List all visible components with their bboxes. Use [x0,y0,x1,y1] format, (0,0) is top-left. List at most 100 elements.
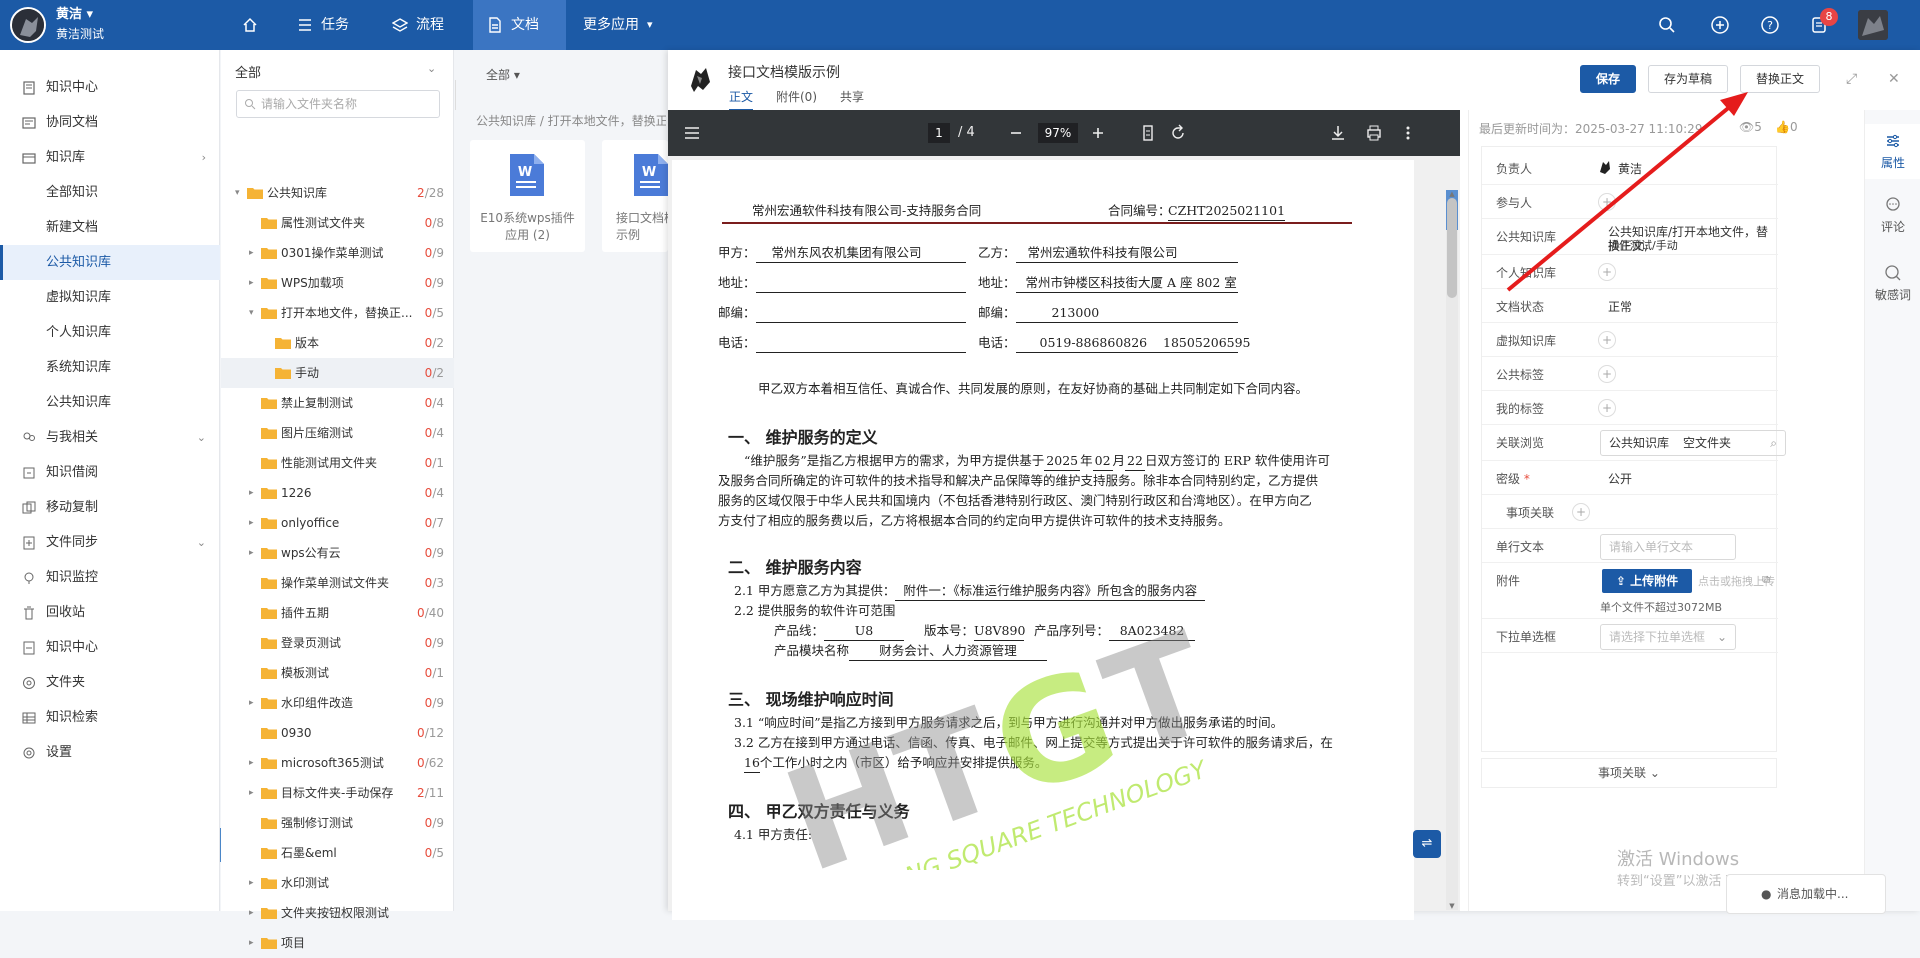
chevron-right-icon[interactable]: ▸ [249,748,254,778]
tree-row[interactable]: 版本 0/2 [221,328,454,358]
chevron-down-icon[interactable]: ▾ [249,298,254,328]
zoom-in-icon[interactable] [1088,123,1108,143]
close-icon[interactable]: ✕ [1888,72,1902,86]
sidebar-item-personal-kb[interactable]: 个人知识库 [0,315,220,350]
rail-sensitive-words[interactable]: 敏感词 [1865,264,1920,303]
sidebar-item-borrow[interactable]: 知识借阅 [0,455,220,490]
tab-attachments[interactable]: 附件(0) [776,88,817,105]
sidebar-item-collab-docs[interactable]: 协同文档 [0,105,220,140]
tree-row[interactable]: 插件五期 0/40 [221,598,454,628]
add-item-relation-button[interactable]: + [1572,503,1590,521]
nav-home[interactable] [228,0,272,50]
tree-row[interactable]: 登录页测试 0/9 [221,628,454,658]
sidebar-item-virtual-kb[interactable]: 虚拟知识库 [0,280,220,315]
tree-row[interactable]: ▸ 0301操作菜单测试 0/9 [221,238,454,268]
add-personal-kb-button[interactable]: + [1598,263,1616,281]
sidebar-item-all-knowledge[interactable]: 全部知识 [0,175,220,210]
add-public-tag-button[interactable]: + [1598,365,1616,383]
sidebar-item-knowledge-center-2[interactable]: 知识中心 [0,630,220,665]
sidebar-item-recycle-bin[interactable]: 回收站 [0,595,220,630]
single-text-input[interactable]: 请输入单行文本 [1600,534,1736,560]
chevron-right-icon[interactable]: ▸ [249,898,254,928]
nav-more-apps[interactable]: 更多应用 ▾ [569,0,667,50]
tree-row[interactable]: 强制修订测试 0/9 [221,808,454,838]
sidebar-item-file-sync[interactable]: 文件同步 ⌄ [0,525,220,560]
sidebar-item-knowledge-base[interactable]: 知识库 › [0,140,220,175]
sidebar-item-settings[interactable]: 设置 [0,735,220,770]
sidebar-item-system-kb[interactable]: 系统知识库 [0,350,220,385]
org-avatar[interactable] [10,7,46,43]
tab-share[interactable]: 共享 [840,88,864,105]
add-participant-button[interactable]: + [1598,193,1616,211]
add-my-tag-button[interactable]: + [1598,399,1616,417]
sidebar-item-move-copy[interactable]: 移动复制 [0,490,220,525]
search-icon[interactable] [1657,15,1677,35]
fit-page-icon[interactable] [1138,123,1158,143]
dropdown-select[interactable]: 请选择下拉单选框 ⌄ [1600,624,1736,650]
copy-icon[interactable]: ⧉ [1762,573,1770,587]
tree-row[interactable]: ▸ 项目 [221,928,454,958]
tab-body[interactable]: 正文 [729,88,754,111]
user-name[interactable]: 黄洁 ▾ [56,7,93,23]
page-number-input[interactable]: 1 [928,123,950,143]
tree-row[interactable]: ▾ 打开本地文件，替换正... 0/5 [221,298,454,328]
replace-body-button[interactable]: 替换正文 [1740,65,1820,93]
sidebar-item-monitor[interactable]: 知识监控 [0,560,220,595]
chevron-right-icon[interactable]: ▸ [249,508,254,538]
chevron-down-icon[interactable]: ⌄ [427,62,436,75]
chevron-right-icon[interactable]: ▸ [249,688,254,718]
tree-row[interactable]: ▸ 文件夹按钮权限测试 [221,898,454,928]
download-icon[interactable] [1328,123,1348,143]
file-card[interactable]: W 接口文档模版示例 [602,140,688,252]
sidebar-item-public-kb[interactable]: 公共知识库 [0,245,220,280]
tree-row[interactable]: ▸ wps公有云 0/9 [221,538,454,568]
tree-row[interactable]: 石墨&eml 0/5 [221,838,454,868]
like-count[interactable]: 👍0 [1775,120,1798,134]
tree-row[interactable]: 禁止复制测试 0/4 [221,388,454,418]
tree-row[interactable]: ▸ 1226 0/4 [221,478,454,508]
tree-row[interactable]: ▸ onlyoffice 0/7 [221,508,454,538]
help-icon[interactable]: ? [1760,15,1780,35]
expand-icon[interactable]: ⤢ [1846,72,1860,86]
sidebar-item-search[interactable]: 知识检索 [0,700,220,735]
tree-row[interactable]: 操作菜单测试文件夹 0/3 [221,568,454,598]
rotate-icon[interactable] [1168,123,1188,143]
chevron-right-icon[interactable]: ▸ [249,778,254,808]
sidebar-item-new-doc[interactable]: 新建文档 [0,210,220,245]
upload-attachment-button[interactable]: ⇪ 上传附件 [1602,569,1692,593]
tree-row[interactable]: ▸ microsoft365测试 0/62 [221,748,454,778]
scrollbar-thumb[interactable] [1447,198,1457,298]
chevron-right-icon[interactable]: ▸ [249,268,254,298]
tree-filter[interactable]: 全部 [235,62,261,81]
more-vertical-icon[interactable] [1398,123,1418,143]
chevron-right-icon[interactable]: ▸ [249,538,254,568]
tree-row[interactable]: 属性测试文件夹 0/8 [221,208,454,238]
rail-properties[interactable]: 属性 [1865,124,1920,179]
tree-row[interactable]: 手动 0/2 [221,358,454,388]
print-icon[interactable] [1364,123,1384,143]
sidebar-item-knowledge-center[interactable]: 知识中心 [0,70,220,105]
tree-row[interactable]: ▸ 水印组件改造 0/9 [221,688,454,718]
user-avatar[interactable] [1858,10,1888,40]
pdf-scrollbar[interactable]: ▲ ▼ [1446,190,1458,910]
tree-row[interactable]: 性能测试用文件夹 0/1 [221,448,454,478]
rail-comments[interactable]: 评论 [1865,196,1920,235]
add-virtual-kb-button[interactable]: + [1598,331,1616,349]
save-draft-button[interactable]: 存为草稿 [1648,65,1728,93]
tree-row[interactable]: ▸ WPS加载项 0/9 [221,268,454,298]
sidebar-item-related[interactable]: 与我相关 ⌄ [0,420,220,455]
nav-documents[interactable]: 文档 [473,0,566,50]
tree-row[interactable]: ▾ 公共知识库 2/28 [221,178,454,208]
sidebar-item-public-kb-2[interactable]: 公共知识库 [0,385,220,420]
save-button[interactable]: 保存 [1580,65,1636,93]
add-icon[interactable] [1710,15,1730,35]
related-browse-select[interactable]: 公共知识库 空文件夹 ⌕ [1600,430,1786,456]
chevron-down-icon[interactable]: ▾ [235,178,240,208]
tree-row[interactable]: 模板测试 0/1 [221,658,454,688]
menu-icon[interactable] [682,123,702,143]
zoom-level[interactable]: 97% [1038,123,1078,143]
file-filter[interactable]: 全部 ▾ [486,66,520,83]
nav-process[interactable]: 流程 [378,0,458,50]
tree-row[interactable]: 0930 0/12 [221,718,454,748]
tree-row[interactable]: 图片压缩测试 0/4 [221,418,454,448]
